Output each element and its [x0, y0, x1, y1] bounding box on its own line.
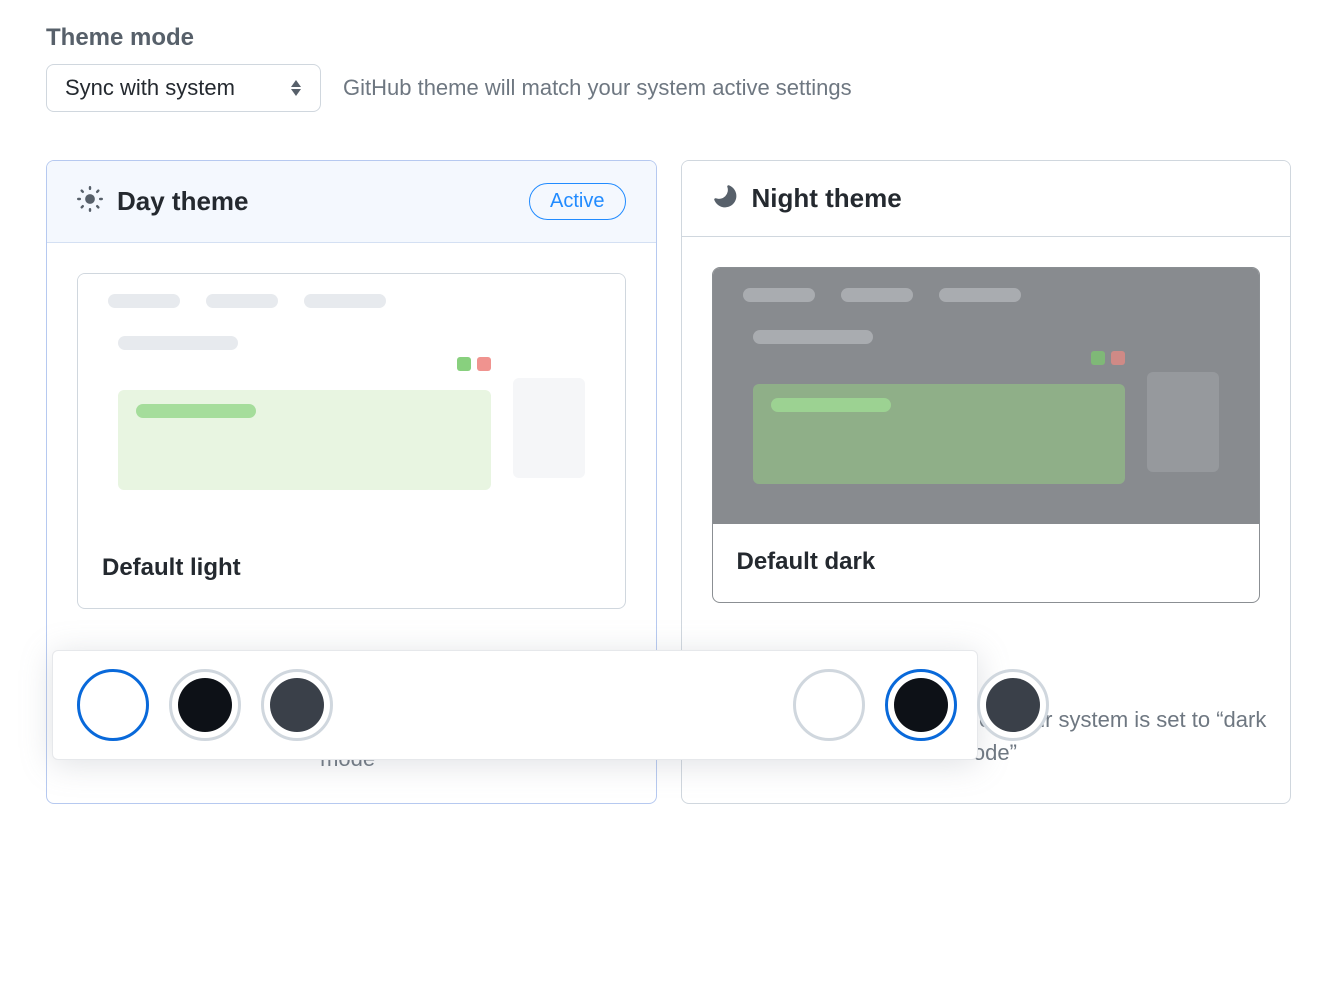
night-swatch-dark-dimmed[interactable] [977, 669, 1049, 741]
theme-mode-description: GitHub theme will match your system acti… [343, 75, 852, 101]
day-swatch-dark-default[interactable] [169, 669, 241, 741]
night-swatch-dark-default[interactable] [885, 669, 957, 741]
theme-mode-row: Sync with system GitHub theme will match… [46, 64, 1291, 112]
moon-icon [712, 183, 738, 214]
theme-mode-label: Theme mode [46, 24, 1291, 52]
day-swatch-light-default[interactable] [77, 669, 149, 741]
night-theme-body: Default dark [682, 237, 1291, 629]
active-badge: Active [529, 183, 625, 220]
day-swatches [77, 669, 333, 741]
day-theme-title: Day theme [117, 186, 249, 217]
theme-swatch-panel [52, 650, 978, 760]
night-swatch-light-default[interactable] [793, 669, 865, 741]
night-preview-label: Default dark [713, 524, 1260, 576]
day-theme-preview: Default light [77, 273, 626, 609]
night-theme-title: Night theme [752, 183, 902, 214]
night-swatches [793, 669, 1049, 741]
theme-mode-select-value: Sync with system [65, 75, 235, 101]
day-swatch-dark-dimmed[interactable] [261, 669, 333, 741]
day-preview-label: Default light [78, 530, 625, 582]
day-theme-body: Default light [47, 243, 656, 635]
day-theme-header: Day theme Active [47, 161, 656, 243]
sun-icon [77, 186, 103, 217]
night-theme-header: Night theme [682, 161, 1291, 237]
theme-mode-select[interactable]: Sync with system [46, 64, 321, 112]
theme-cards-row: Day theme Active [46, 160, 1291, 804]
select-caret-icon [290, 80, 302, 96]
night-theme-preview: Default dark [712, 267, 1261, 603]
